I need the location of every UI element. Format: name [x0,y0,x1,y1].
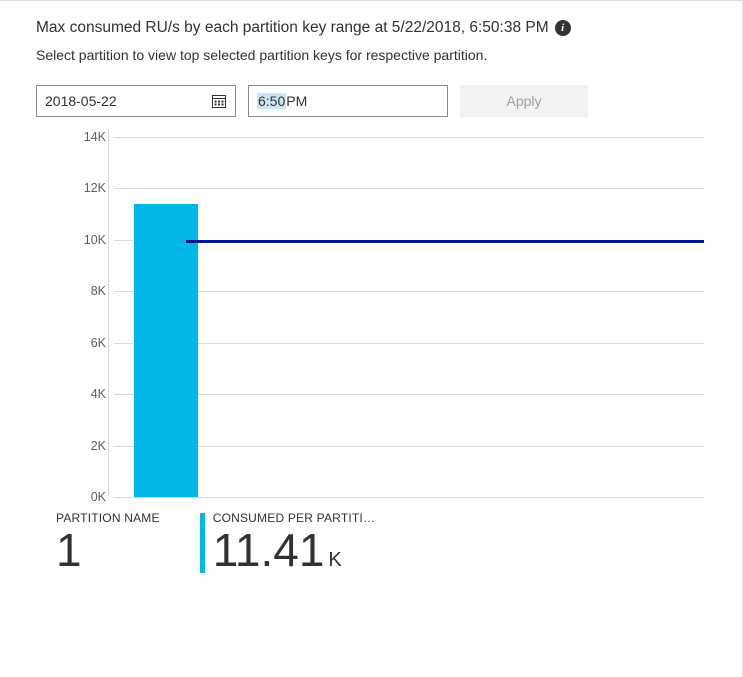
chart: 0K2K4K6K8K10K12K14K [36,137,714,497]
metrics-panel: Max consumed RU/s by each partition key … [0,0,743,677]
chart-gridline [114,291,704,292]
chart-y-tick: 2K [46,439,106,453]
stat-consumed: CONSUMED PER PARTITI… 11.41K [200,511,375,573]
stat-consumed-value: 11.41 [213,524,325,576]
stat-accent-bar [200,513,205,573]
chart-gridline [114,446,704,447]
panel-subtitle: Select partition to view top selected pa… [36,47,714,63]
time-hour-minute: 6:50 [257,93,286,109]
chart-threshold-line [186,240,704,243]
chart-y-tick: 4K [46,387,106,401]
panel-title: Max consumed RU/s by each partition key … [36,19,549,37]
chart-gridline [114,497,704,498]
chart-gridline [114,188,704,189]
chart-y-axis: 0K2K4K6K8K10K12K14K [36,137,114,497]
date-value: 2018-05-22 [45,93,117,109]
chart-plot-area[interactable] [114,137,704,497]
chart-y-tick: 10K [46,233,106,247]
chart-gridline [114,394,704,395]
chart-gridline [114,343,704,344]
calendar-icon[interactable] [211,93,227,109]
stats-row: PARTITION NAME 1 CONSUMED PER PARTITI… 1… [56,511,714,573]
chart-gridline [114,137,704,138]
apply-button[interactable]: Apply [460,85,588,117]
time-input[interactable]: 6:50 PM [248,85,448,117]
date-input[interactable]: 2018-05-22 [36,85,236,117]
chart-bar[interactable] [134,204,198,497]
chart-y-tick: 6K [46,336,106,350]
chart-y-tick: 12K [46,181,106,195]
stat-consumed-unit: K [328,549,341,571]
stat-partition-label: PARTITION NAME [56,511,160,525]
time-ampm: PM [286,93,307,109]
title-row: Max consumed RU/s by each partition key … [36,19,714,37]
chart-y-tick: 8K [46,284,106,298]
stat-partition-value: 1 [56,527,160,573]
controls-row: 2018-05-22 6:50 PM Apply [36,85,714,117]
info-icon[interactable]: i [555,20,571,36]
stat-partition: PARTITION NAME 1 [56,511,160,573]
chart-y-tick: 14K [46,130,106,144]
stat-consumed-label: CONSUMED PER PARTITI… [213,511,375,525]
chart-y-tick: 0K [46,490,106,504]
